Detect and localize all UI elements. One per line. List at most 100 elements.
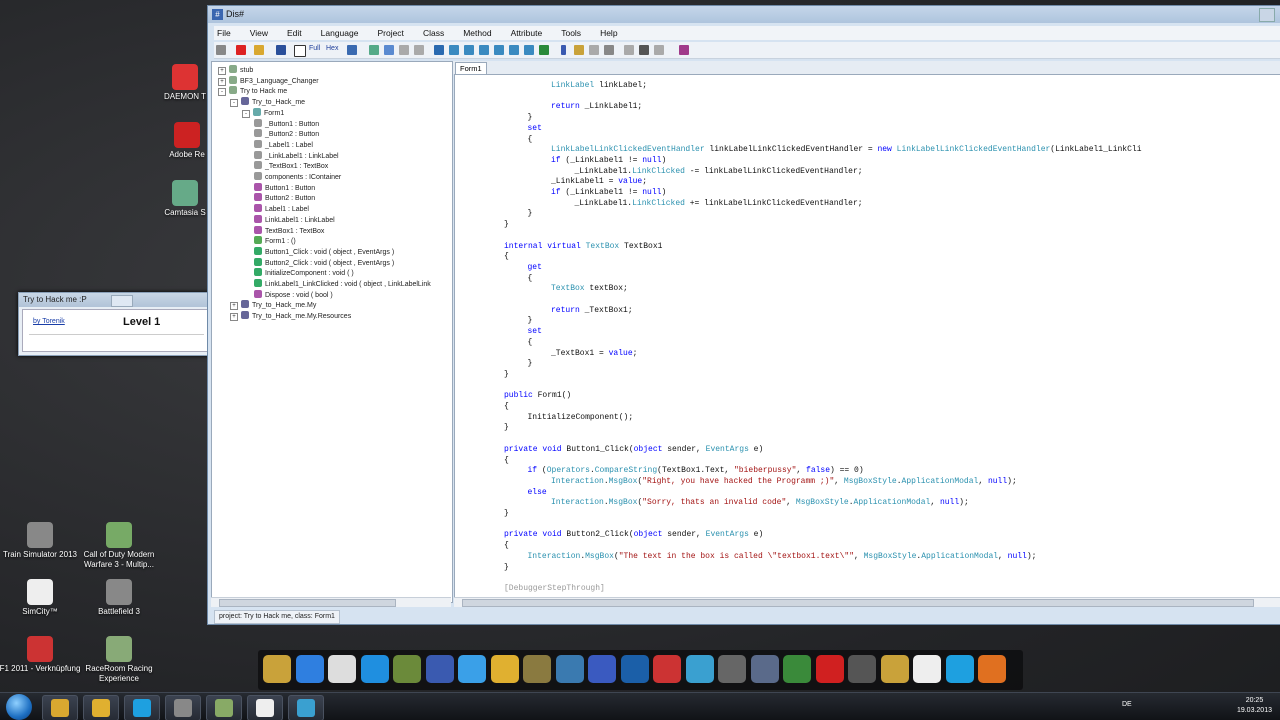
author-link[interactable]: by Torenik <box>33 318 65 325</box>
chrome-icon[interactable] <box>83 695 119 720</box>
steam-icon[interactable] <box>848 655 876 683</box>
tree-node[interactable]: Button1 : Button <box>254 182 315 193</box>
toolbar-delete-icon[interactable] <box>236 45 246 55</box>
collapse-icon[interactable]: - <box>242 109 250 118</box>
toolbar-resource-icon[interactable] <box>524 45 534 55</box>
tree-node[interactable]: components : IContainer <box>254 172 341 182</box>
toolbar-build-icon[interactable] <box>539 45 549 55</box>
window-titlebar[interactable]: # Dis# <box>208 6 1280 23</box>
toolbar-back-icon[interactable] <box>399 45 409 55</box>
code-scroll-thumb[interactable] <box>462 599 1254 607</box>
file-icon[interactable] <box>913 655 941 683</box>
crackme-close-button[interactable] <box>111 295 133 307</box>
teamviewer-icon[interactable] <box>360 655 389 683</box>
toolbar-grid-icon[interactable] <box>604 45 614 55</box>
notepad-icon[interactable] <box>328 655 356 683</box>
desktop-icon-cod[interactable]: Call of Duty Modern Warfare 3 - Multip..… <box>71 522 167 570</box>
toolbar-list-icon[interactable] <box>589 45 599 55</box>
toolbar-full-button[interactable]: Full <box>309 45 320 52</box>
toolbar-about-icon[interactable] <box>679 45 689 55</box>
globe-icon[interactable] <box>588 655 616 683</box>
toolbar-attribute-icon[interactable] <box>509 45 519 55</box>
hammer-icon[interactable] <box>295 655 324 683</box>
window-icon[interactable] <box>247 695 283 720</box>
tree-node[interactable]: Form1 : () <box>254 236 296 246</box>
firefox-icon[interactable] <box>978 655 1006 683</box>
collapse-icon[interactable]: - <box>230 99 238 108</box>
tree-node[interactable]: _Label1 : Label <box>254 139 313 150</box>
chrome-icon[interactable] <box>490 655 519 683</box>
toolbar-cut-icon[interactable] <box>624 45 634 55</box>
toolbar-refresh-icon[interactable] <box>347 45 357 55</box>
tree-node[interactable]: Dispose : void ( bool ) <box>254 289 333 300</box>
toolbar-event-icon[interactable] <box>494 45 504 55</box>
tree-node[interactable]: _Button2 : Button <box>254 129 319 139</box>
menu-view[interactable]: View <box>247 26 271 40</box>
tree-node[interactable]: _Button1 : Button <box>254 118 319 129</box>
toolbar-property-icon[interactable] <box>479 45 489 55</box>
headset-icon[interactable] <box>718 655 746 683</box>
clock[interactable]: 20:25 19.03.2013 <box>1237 696 1272 716</box>
tree-node[interactable]: + Try_to_Hack_me.My.Resources <box>230 311 351 322</box>
toolbar-view-icon[interactable] <box>294 45 306 57</box>
toolbar-class-icon[interactable] <box>434 45 444 55</box>
speaker-icon[interactable] <box>750 655 779 683</box>
crackme-titlebar[interactable]: Try to Hack me :P <box>19 293 214 307</box>
gear-icon[interactable] <box>555 655 584 683</box>
app-icon[interactable] <box>165 695 201 720</box>
toolbar-info-icon[interactable] <box>561 45 566 55</box>
tree-node[interactable]: InitializeComponent : void ( ) <box>254 268 354 278</box>
menu-attribute[interactable]: Attribute <box>508 26 546 40</box>
tree-node[interactable]: LinkLabel1_LinkClicked : void ( object ,… <box>254 279 431 289</box>
tree-node[interactable]: Button2_Click : void ( object , EventArg… <box>254 257 394 268</box>
toolbar-up-icon[interactable] <box>384 45 394 55</box>
toolbar-save-icon[interactable] <box>276 45 286 55</box>
excel-icon[interactable] <box>783 655 811 683</box>
tree-node[interactable]: + BF3_Language_Changer <box>218 75 319 86</box>
start-button[interactable] <box>6 694 32 720</box>
tree-node[interactable]: + stub <box>218 65 253 75</box>
tree-node[interactable]: - Try to Hack me <box>218 86 287 97</box>
toolbar-new-icon[interactable] <box>216 45 226 55</box>
menu-class[interactable]: Class <box>420 26 447 40</box>
toolbar-copy-icon[interactable] <box>654 45 664 55</box>
minecraft-icon[interactable] <box>393 655 421 683</box>
tree-hscrollbar[interactable] <box>211 597 451 607</box>
toolbar-method-icon[interactable] <box>449 45 459 55</box>
code-textbox[interactable] <box>29 334 204 345</box>
language-indicator[interactable]: DE <box>1122 701 1132 708</box>
star-icon[interactable] <box>815 655 844 683</box>
expand-icon[interactable]: + <box>230 302 238 311</box>
toolbar-hex-button[interactable]: Hex <box>326 45 338 52</box>
tree-node[interactable]: - Try_to_Hack_me <box>230 97 305 108</box>
toolbar-edit-icon[interactable] <box>414 45 424 55</box>
code-hscrollbar[interactable] <box>454 597 1280 607</box>
explorer-icon[interactable] <box>42 695 78 720</box>
expand-icon[interactable]: + <box>218 77 226 86</box>
tree-node[interactable]: LinkLabel1 : LinkLabel <box>254 214 335 225</box>
cloud-icon[interactable] <box>458 655 486 683</box>
app2-icon[interactable] <box>206 695 242 720</box>
skype-icon[interactable] <box>124 695 160 720</box>
tree-scroll-thumb[interactable] <box>219 599 396 607</box>
toolbar-filter-icon[interactable] <box>639 45 649 55</box>
tree-node[interactable]: _TextBox1 : TextBox <box>254 161 328 171</box>
desktop-icon-battlefield[interactable]: Battlefield 3 <box>71 579 167 617</box>
menu-file[interactable]: File <box>214 26 234 40</box>
tree-node[interactable]: + Try_to_Hack_me.My <box>230 300 316 311</box>
minimize-button[interactable] <box>1259 8 1275 22</box>
dissharp-icon[interactable] <box>288 695 324 720</box>
menu-edit[interactable]: Edit <box>284 26 305 40</box>
tree-node[interactable]: _LinkLabel1 : LinkLabel <box>254 150 339 161</box>
collapse-icon[interactable]: - <box>218 88 226 97</box>
assembly-tree[interactable]: + stub + BF3_Language_Changer - Try to Hack m… <box>211 61 453 603</box>
menu-method[interactable]: Method <box>460 26 494 40</box>
tree-node[interactable]: - Form1 <box>242 107 284 118</box>
tree-node[interactable]: Label1 : Label <box>254 204 309 214</box>
photoshop-icon[interactable] <box>620 655 649 683</box>
desktop-icon-raceroom[interactable]: RaceRoom Racing Experience <box>71 636 167 684</box>
dissharp-icon[interactable] <box>685 655 714 683</box>
toolbar-find-icon[interactable] <box>369 45 379 55</box>
expand-icon[interactable]: + <box>230 313 238 322</box>
save-icon[interactable] <box>653 655 681 683</box>
